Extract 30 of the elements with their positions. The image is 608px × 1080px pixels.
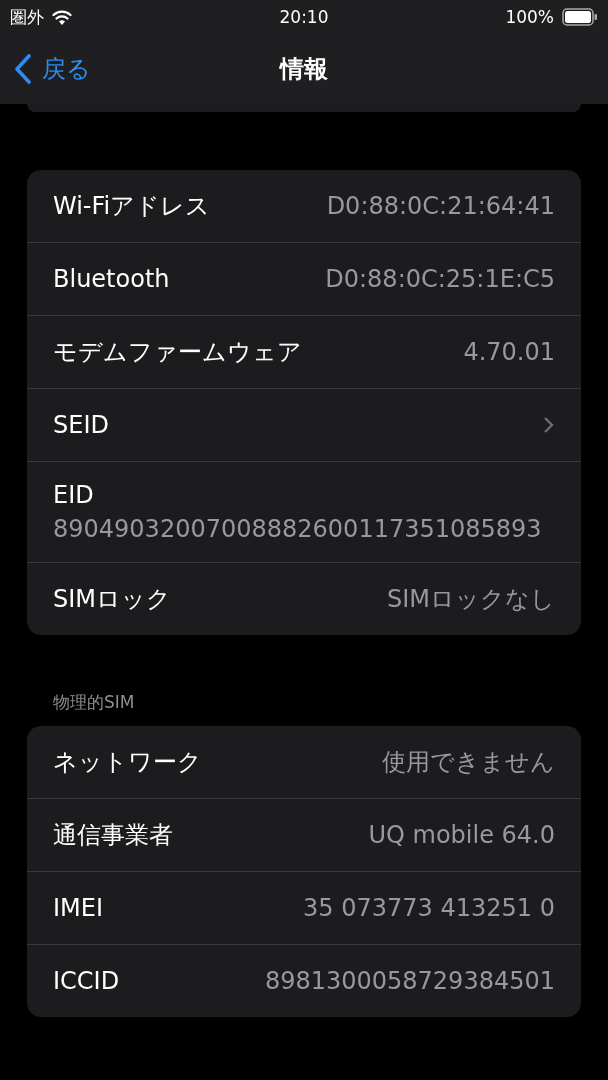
row-label: Wi-Fiアドレス [53,191,211,222]
battery-icon [562,8,598,26]
row-label: 通信事業者 [53,820,173,851]
row-label: Bluetooth [53,265,170,293]
row-value: SIMロックなし [386,584,555,615]
clock-text: 20:10 [279,7,329,27]
row-label: EID [53,481,95,509]
section-header: 物理的SIM [52,691,136,714]
chevron-left-icon [14,54,32,84]
chevron-icon [543,416,555,434]
row-value: 89049032007008882600117351085893 [53,515,543,543]
row-label: ICCID [53,967,120,995]
row-label: SEID [53,411,109,439]
row-value: 使用できません [382,747,555,778]
carrier-text: 圏外 [10,5,44,29]
row-value: 4.70.01 [463,338,555,366]
row-value: D0:88:0C:21:64:41 [326,192,555,220]
wifi-icon [52,9,72,25]
back-button[interactable]: 戻る [14,53,91,85]
row-value: 8981300058729384501 [264,967,555,995]
link-row[interactable]: SEID [27,388,581,461]
battery-text: 100% [505,7,554,27]
row-label: モデムファームウェア [53,337,302,368]
page-title: 情報 [280,54,328,85]
row-value: D0:88:0C:25:1E:C5 [325,265,555,293]
row-value: UQ mobile 64.0 [368,821,555,849]
row-label: ネットワーク [53,747,202,778]
row-value: 35 073773 413251 0 [303,894,555,922]
row-label: SIMロック [53,584,172,615]
row-label: IMEI [53,894,104,922]
